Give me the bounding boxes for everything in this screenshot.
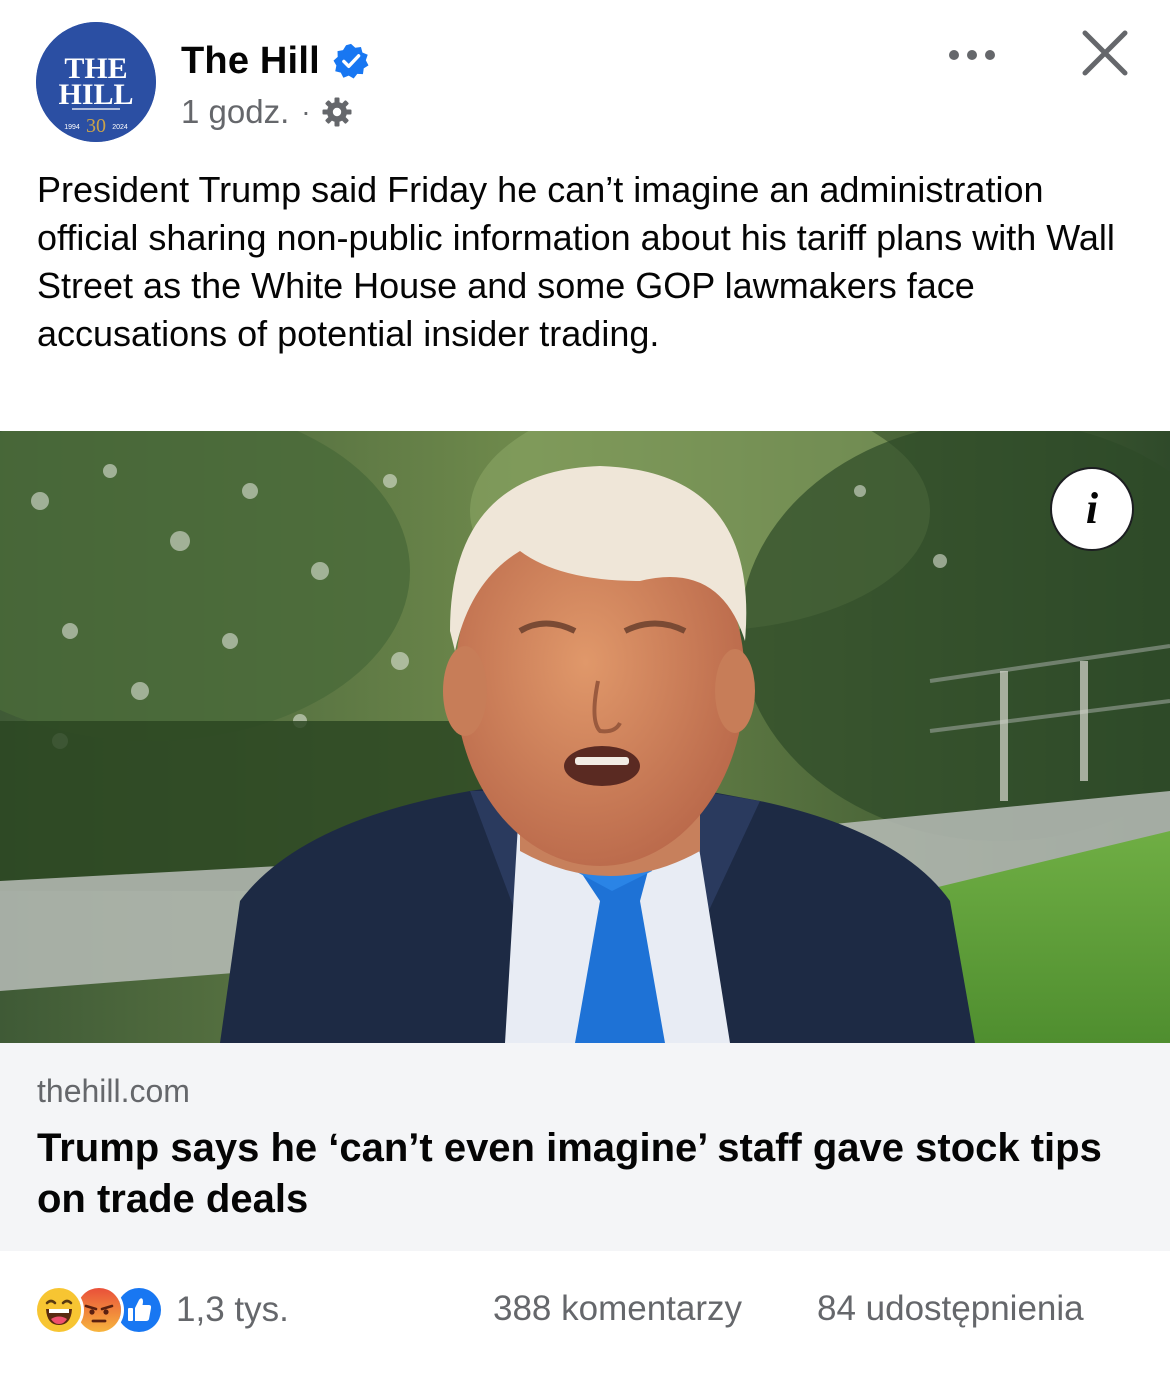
logo-anniversary: 30 — [86, 115, 106, 137]
post-footer: 1,3 tys. 388 komentarzy 84 udostępnienia — [0, 1251, 1170, 1380]
verified-badge-icon — [332, 42, 370, 80]
post-timestamp[interactable]: 1 godz. — [181, 93, 289, 131]
news-photo — [0, 431, 1170, 1043]
more-options-button[interactable] — [944, 30, 1000, 80]
link-preview-box[interactable]: thehill.com Trump says he ‘can’t even im… — [0, 1043, 1170, 1251]
more-horizontal-icon — [949, 50, 995, 60]
shares-count[interactable]: 84 udostępnienia — [817, 1289, 1084, 1329]
reactions-summary[interactable]: 1,3 tys. — [34, 1284, 289, 1336]
link-title: Trump says he ‘can’t even imagine’ staff… — [37, 1126, 1102, 1221]
meta-separator: · — [301, 96, 311, 127]
the-hill-logo: THE HILL 1994 30 2024 — [36, 22, 156, 142]
info-button[interactable]: i — [1050, 467, 1134, 551]
logo-year-end: 2024 — [112, 124, 128, 131]
post-meta: 1 godz. · — [181, 90, 353, 134]
info-icon: i — [1085, 484, 1099, 533]
reaction-count: 1,3 tys. — [176, 1290, 289, 1329]
logo-year-start: 1994 — [64, 124, 80, 131]
comments-count[interactable]: 388 komentarzy — [493, 1289, 742, 1329]
post-message: President Trump said Friday he can’t ima… — [37, 169, 1115, 354]
post-header: THE HILL 1994 30 2024 The Hill 1 godz. · — [0, 0, 1170, 160]
close-button[interactable] — [1078, 26, 1132, 80]
logo-text-hill: HILL — [58, 78, 133, 111]
link-domain: thehill.com — [37, 1073, 190, 1109]
page-name[interactable]: The Hill — [181, 40, 320, 83]
haha-reaction-icon — [34, 1285, 84, 1335]
link-preview-image[interactable] — [0, 431, 1170, 1043]
close-icon — [1082, 30, 1128, 76]
page-avatar[interactable]: THE HILL 1994 30 2024 — [36, 22, 156, 142]
gear-icon[interactable] — [321, 96, 353, 128]
page-name-row: The Hill — [181, 36, 370, 86]
